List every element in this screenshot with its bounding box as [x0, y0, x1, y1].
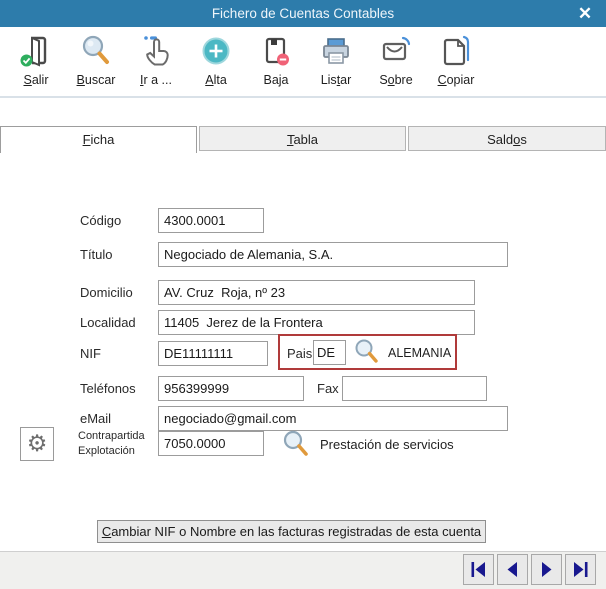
toolbar-separator	[0, 96, 606, 98]
domicilio-input[interactable]	[158, 280, 475, 305]
codigo-label: Código	[80, 213, 121, 228]
localidad-label: Localidad	[80, 315, 136, 330]
codigo-input[interactable]	[158, 208, 264, 233]
pais-label: Pais	[287, 346, 312, 361]
nif-input[interactable]	[158, 341, 268, 366]
print-icon	[306, 31, 366, 71]
previous-record-icon	[501, 558, 524, 581]
record-navigation-bar	[0, 551, 606, 589]
baja-button[interactable]: Baja	[246, 29, 306, 93]
window-title: Fichero de Cuentas Contables	[0, 0, 606, 27]
add-icon	[186, 31, 246, 71]
ir-a-button[interactable]: Ir a ...	[126, 29, 186, 93]
last-record-icon	[569, 558, 592, 581]
contrapartida-label: Contrapartida Explotación	[78, 429, 145, 459]
domicilio-label: Domicilio	[80, 285, 133, 300]
last-record-button[interactable]	[565, 554, 596, 585]
envelope-icon	[366, 31, 426, 71]
salir-button[interactable]: Salir	[6, 29, 66, 93]
first-record-button[interactable]	[463, 554, 494, 585]
exit-door-icon	[6, 31, 66, 71]
delete-icon	[246, 31, 306, 71]
alta-button[interactable]: Alta	[186, 29, 246, 93]
copiar-button[interactable]: Copiar	[426, 29, 486, 93]
titulo-label: Título	[80, 247, 113, 262]
first-record-icon	[467, 558, 490, 581]
pais-name-text: ALEMANIA	[388, 346, 451, 360]
pais-search-icon[interactable]	[353, 337, 381, 367]
contrapartida-input[interactable]	[158, 431, 264, 456]
buscar-button[interactable]: Buscar	[66, 29, 126, 93]
tab-bar: Ficha Tabla Saldos	[0, 126, 606, 153]
telefonos-label: Teléfonos	[80, 381, 136, 396]
next-record-icon	[535, 558, 558, 581]
nif-label: NIF	[80, 346, 101, 361]
contrapartida-search-icon[interactable]	[281, 428, 311, 460]
tab-ficha[interactable]: Ficha	[0, 126, 197, 153]
contrapartida-description: Prestación de servicios	[320, 437, 454, 452]
titulo-input[interactable]	[158, 242, 508, 267]
titlebar: Fichero de Cuentas Contables ✕	[0, 0, 606, 27]
tab-tabla[interactable]: Tabla	[199, 126, 406, 151]
copy-icon	[426, 31, 486, 71]
fax-input[interactable]	[342, 376, 487, 401]
previous-record-button[interactable]	[497, 554, 528, 585]
email-label: eMail	[80, 411, 111, 426]
sobre-button[interactable]: Sobre	[366, 29, 426, 93]
email-input[interactable]	[158, 406, 508, 431]
localidad-input[interactable]	[158, 310, 475, 335]
next-record-button[interactable]	[531, 554, 562, 585]
fax-label: Fax	[317, 381, 339, 396]
telefonos-input[interactable]	[158, 376, 304, 401]
gear-icon: ⚙	[27, 433, 48, 456]
close-icon[interactable]: ✕	[574, 3, 596, 25]
toolbar: Salir Buscar Ir a ...	[6, 29, 486, 95]
listar-button[interactable]: Listar	[306, 29, 366, 93]
pais-code-input[interactable]	[313, 340, 346, 365]
tab-saldos[interactable]: Saldos	[408, 126, 606, 151]
accounts-file-window: Fichero de Cuentas Contables ✕ Salir	[0, 0, 606, 589]
search-icon	[66, 31, 126, 71]
goto-hand-icon	[126, 31, 186, 71]
settings-button[interactable]: ⚙	[20, 427, 54, 461]
cambiar-nif-button[interactable]: Cambiar NIF o Nombre en las facturas reg…	[97, 520, 486, 543]
